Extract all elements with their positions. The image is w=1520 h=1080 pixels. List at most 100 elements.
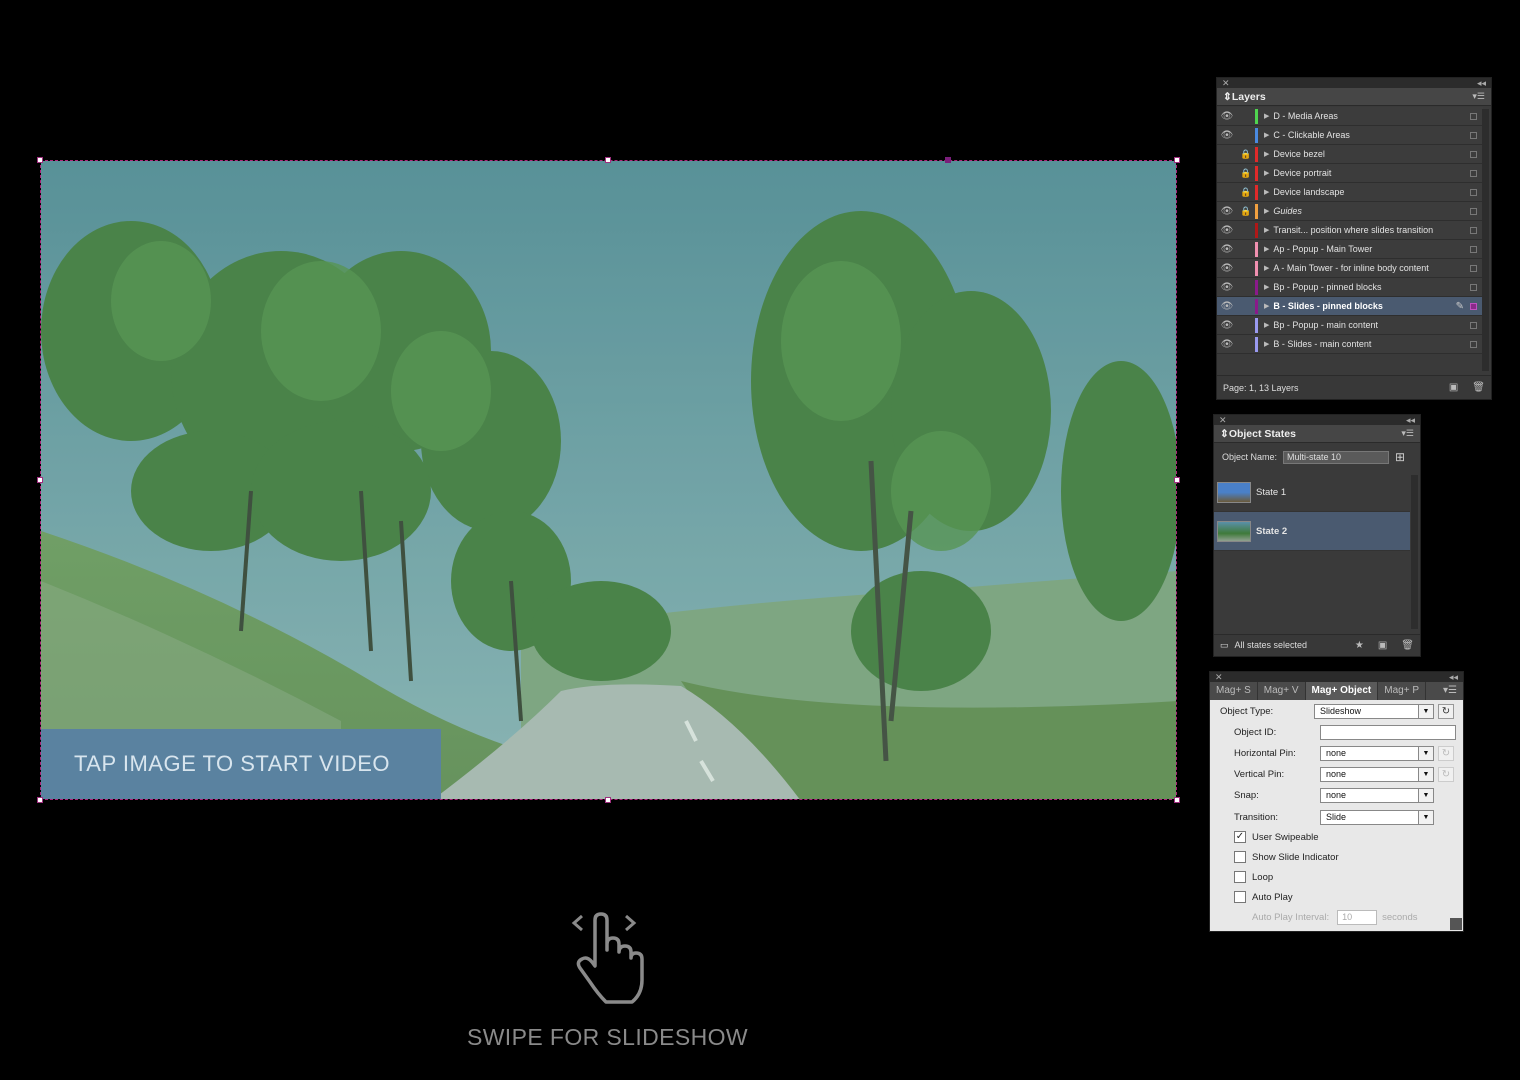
layer-row[interactable]: 👁 ▶ B - Slides - pinned blocks ✎ bbox=[1217, 297, 1483, 316]
layer-row[interactable]: 🔒 ▶ Device portrait bbox=[1217, 164, 1483, 183]
refresh-icon[interactable]: ↻ bbox=[1438, 704, 1454, 719]
layers-scrollbar[interactable] bbox=[1482, 109, 1489, 371]
snap-select[interactable]: none ▼ bbox=[1320, 788, 1434, 803]
eye-icon[interactable]: 👁 bbox=[1217, 282, 1237, 293]
layer-target-square[interactable] bbox=[1470, 245, 1477, 253]
resize-grip[interactable] bbox=[1450, 918, 1462, 930]
tap-to-start-video-label[interactable]: TAP IMAGE TO START VIDEO bbox=[41, 729, 441, 799]
lock-icon[interactable]: 🔒 bbox=[1237, 187, 1255, 198]
eye-icon[interactable]: 👁 bbox=[1217, 225, 1237, 236]
collapse-icon[interactable]: ◂◂ bbox=[1477, 78, 1486, 88]
lock-icon[interactable]: 🔒 bbox=[1237, 149, 1255, 160]
tab-magplus-object[interactable]: Mag+ Object bbox=[1305, 682, 1379, 700]
layer-target-square[interactable] bbox=[1470, 264, 1477, 272]
selection-handle[interactable] bbox=[1174, 157, 1180, 163]
loop-checkbox[interactable] bbox=[1234, 871, 1246, 883]
object-name-input[interactable]: Multi-state 10 bbox=[1283, 450, 1390, 464]
layer-row[interactable]: 👁 ▶ Ap - Popup - Main Tower bbox=[1217, 240, 1483, 259]
tab-magplus-s[interactable]: Mag+ S bbox=[1210, 682, 1258, 700]
panel-menu-icon[interactable]: ▾☰ bbox=[1401, 428, 1414, 439]
expand-triangle-icon[interactable]: ▶ bbox=[1264, 188, 1269, 196]
lock-icon[interactable]: 🔒 bbox=[1237, 168, 1255, 179]
state-list[interactable]: State 1 State 2 bbox=[1214, 473, 1410, 551]
object-type-select[interactable]: Slideshow ▼ bbox=[1314, 704, 1434, 719]
layer-target-square[interactable] bbox=[1470, 340, 1477, 348]
collapse-icon[interactable]: ◂◂ bbox=[1449, 672, 1458, 682]
state-row[interactable]: State 1 bbox=[1214, 473, 1410, 512]
expand-triangle-icon[interactable]: ▶ bbox=[1264, 150, 1269, 158]
layer-target-square[interactable] bbox=[1470, 150, 1477, 158]
expand-triangle-icon[interactable]: ▶ bbox=[1264, 283, 1269, 291]
expand-triangle-icon[interactable]: ▶ bbox=[1264, 264, 1269, 272]
eye-icon[interactable]: 👁 bbox=[1217, 263, 1237, 274]
layer-target-square[interactable] bbox=[1470, 302, 1477, 310]
trash-icon[interactable]: 🗑 bbox=[1472, 382, 1485, 393]
selection-handle[interactable] bbox=[1174, 797, 1180, 803]
eye-icon[interactable]: 👁 bbox=[1217, 111, 1237, 122]
lock-icon[interactable]: 🔒 bbox=[1237, 206, 1255, 217]
user-swipeable-checkbox[interactable]: ✓ bbox=[1234, 831, 1246, 843]
transition-select[interactable]: Slide ▼ bbox=[1320, 810, 1434, 825]
object-id-input[interactable] bbox=[1320, 725, 1456, 740]
layer-row[interactable]: 👁 ▶ Transit... position where slides trans… bbox=[1217, 221, 1483, 240]
tab-magplus-v[interactable]: Mag+ V bbox=[1258, 682, 1306, 700]
eye-icon[interactable]: 👁 bbox=[1217, 244, 1237, 255]
new-state-icon[interactable]: ▣ bbox=[1378, 640, 1387, 651]
expand-triangle-icon[interactable]: ▶ bbox=[1264, 245, 1269, 253]
layer-target-square[interactable] bbox=[1470, 131, 1477, 139]
layer-row[interactable]: 👁 ▶ A - Main Tower - for inline body conte… bbox=[1217, 259, 1483, 278]
eye-icon[interactable]: 👁 bbox=[1217, 206, 1237, 217]
refresh-icon[interactable]: ↻ bbox=[1438, 746, 1454, 761]
eye-icon[interactable]: 👁 bbox=[1217, 339, 1237, 350]
layer-row[interactable]: 🔒 ▶ Device bezel bbox=[1217, 145, 1483, 164]
refresh-icon[interactable]: ↻ bbox=[1438, 767, 1454, 782]
expand-triangle-icon[interactable]: ▶ bbox=[1264, 321, 1269, 329]
tab-magplus-p[interactable]: Mag+ P bbox=[1378, 682, 1426, 700]
preview-icon[interactable]: ▭ bbox=[1220, 640, 1229, 650]
star-icon[interactable]: ★ bbox=[1355, 640, 1364, 651]
auto-play-checkbox[interactable] bbox=[1234, 891, 1246, 903]
expand-triangle-icon[interactable]: ▶ bbox=[1264, 131, 1269, 139]
selection-handle[interactable] bbox=[605, 157, 611, 163]
states-scrollbar[interactable] bbox=[1411, 475, 1418, 629]
show-slide-indicator-checkbox[interactable] bbox=[1234, 851, 1246, 863]
close-icon[interactable]: ✕ bbox=[1215, 672, 1223, 682]
layer-target-square[interactable] bbox=[1470, 321, 1477, 329]
panel-menu-icon[interactable]: ▾☰ bbox=[1472, 91, 1485, 102]
auto-play-interval-input[interactable]: 10 bbox=[1337, 910, 1378, 925]
panel-menu-icon[interactable]: ▾☰ bbox=[1437, 682, 1463, 700]
layer-row[interactable]: 👁 ▶ C - Clickable Areas bbox=[1217, 126, 1483, 145]
selection-handle[interactable] bbox=[37, 477, 43, 483]
close-icon[interactable]: ✕ bbox=[1219, 415, 1227, 425]
selection-handle-anchor[interactable] bbox=[945, 157, 951, 163]
layer-target-square[interactable] bbox=[1470, 169, 1477, 177]
new-layer-icon[interactable]: ▣ bbox=[1449, 382, 1458, 393]
trash-icon[interactable]: 🗑 bbox=[1401, 640, 1414, 651]
convert-object-icon[interactable]: ⊞ bbox=[1395, 450, 1405, 464]
selection-handle[interactable] bbox=[37, 797, 43, 803]
layers-panel[interactable]: ✕ ◂◂ ⇕Layers ▾☰ 👁 ▶ D - Media Areas 👁 ▶ C - C… bbox=[1216, 77, 1492, 400]
collapse-icon[interactable]: ◂◂ bbox=[1406, 415, 1415, 425]
layer-list[interactable]: 👁 ▶ D - Media Areas 👁 ▶ C - Clickable Areas 🔒 ▶… bbox=[1217, 107, 1483, 354]
layer-target-square[interactable] bbox=[1470, 112, 1477, 120]
layer-row[interactable]: 👁 ▶ B - Slides - main content bbox=[1217, 335, 1483, 354]
layer-row[interactable]: 👁 ▶ Bp - Popup - pinned blocks bbox=[1217, 278, 1483, 297]
object-states-panel[interactable]: ✕ ◂◂ ⇕Object States ▾☰ Object Name: Mult… bbox=[1213, 414, 1421, 657]
selection-handle[interactable] bbox=[37, 157, 43, 163]
expand-triangle-icon[interactable]: ▶ bbox=[1264, 302, 1269, 310]
horizontal-pin-select[interactable]: none ▼ bbox=[1320, 746, 1434, 761]
state-row[interactable]: State 2 bbox=[1214, 512, 1410, 551]
layer-row[interactable]: 👁 🔒 ▶ Guides bbox=[1217, 202, 1483, 221]
slideshow-frame[interactable]: TAP IMAGE TO START VIDEO bbox=[40, 160, 1177, 800]
layers-tab[interactable]: ⇕Layers ▾☰ bbox=[1217, 88, 1491, 106]
eye-icon[interactable]: 👁 bbox=[1217, 301, 1237, 312]
expand-triangle-icon[interactable]: ▶ bbox=[1264, 226, 1269, 234]
eye-icon[interactable]: 👁 bbox=[1217, 130, 1237, 141]
vertical-pin-select[interactable]: none ▼ bbox=[1320, 767, 1434, 782]
magplus-object-panel[interactable]: ✕ ◂◂ Mag+ S Mag+ V Mag+ Object Mag+ P ▾☰… bbox=[1209, 671, 1464, 932]
road-scene-image[interactable] bbox=[41, 161, 1177, 800]
close-icon[interactable]: ✕ bbox=[1222, 78, 1230, 88]
layer-target-square[interactable] bbox=[1470, 226, 1477, 234]
expand-triangle-icon[interactable]: ▶ bbox=[1264, 169, 1269, 177]
selection-handle[interactable] bbox=[1174, 477, 1180, 483]
